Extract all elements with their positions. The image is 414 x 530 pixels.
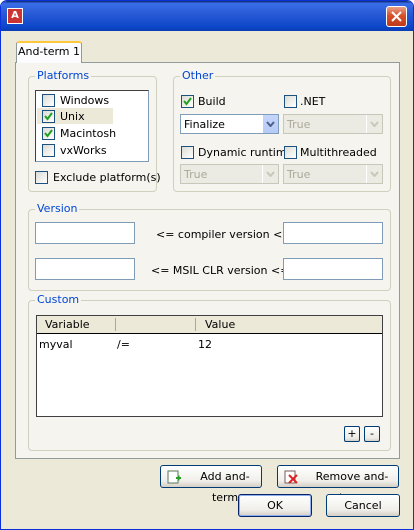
column-header-value[interactable]: Value [205, 318, 235, 331]
remove-document-icon [284, 470, 298, 484]
dynamic-runtime-combo: True [180, 164, 279, 184]
checkmark-icon [44, 112, 53, 121]
column-divider[interactable] [115, 318, 116, 331]
platform-windows-label: Windows [60, 94, 110, 107]
chevron-down-icon [370, 171, 379, 177]
ok-button[interactable]: OK [238, 494, 312, 517]
compiler-version-min-input[interactable] [35, 222, 135, 244]
platforms-legend: Platforms [35, 69, 92, 82]
add-and-term-button[interactable]: Add and-term [160, 465, 262, 504]
dynamic-runtime-label: Dynamic runtime [198, 146, 294, 159]
platform-vxworks-label: vxWorks [60, 144, 107, 157]
custom-variables-table[interactable]: Variable Value myval /= 12 [36, 315, 383, 417]
dialog-window: A And-term 1 Platforms Windows Unix Maci… [0, 0, 414, 530]
build-mode-combo[interactable]: Finalize [180, 114, 279, 134]
row-value: 12 [198, 338, 212, 351]
dotnet-value: True [287, 118, 311, 131]
platform-macintosh-label: Macintosh [60, 127, 117, 140]
dotnet-combo: True [283, 114, 383, 134]
dropdown-arrow[interactable] [262, 115, 278, 133]
dropdown-arrow [366, 165, 382, 183]
custom-legend: Custom [35, 293, 82, 306]
platform-unix-checkbox[interactable] [42, 110, 55, 123]
compiler-version-label: <= compiler version <= [156, 228, 292, 241]
app-icon: A [7, 8, 23, 24]
compiler-version-max-input[interactable] [283, 222, 383, 244]
table-header: Variable Value [37, 316, 382, 334]
clr-version-min-input[interactable] [35, 258, 135, 280]
chevron-down-icon [266, 171, 275, 177]
build-checkbox[interactable] [181, 95, 194, 108]
exclude-platforms-label: Exclude platform(s) [53, 171, 161, 184]
title-bar: A [1, 1, 413, 31]
multithreaded-checkbox[interactable] [284, 146, 297, 159]
close-button[interactable] [386, 6, 407, 27]
clr-version-label: <= MSIL CLR version <= [151, 264, 290, 277]
platform-vxworks-checkbox[interactable] [42, 144, 55, 157]
chevron-down-icon [370, 121, 379, 127]
dotnet-checkbox[interactable] [284, 95, 297, 108]
add-variable-button[interactable]: + [344, 426, 360, 442]
checkmark-icon [44, 129, 53, 138]
chevron-down-icon [266, 121, 275, 127]
platform-unix-label: Unix [60, 110, 85, 123]
row-variable: myval [39, 338, 73, 351]
close-icon [391, 11, 402, 22]
table-row[interactable]: myval /= 12 [37, 336, 382, 352]
remove-and-term-button[interactable]: Remove and-term [277, 465, 399, 504]
tab-and-term-1[interactable]: And-term 1 [16, 41, 82, 63]
row-operator: /= [117, 338, 130, 351]
cancel-button[interactable]: Cancel [326, 494, 400, 517]
build-label: Build [198, 95, 226, 108]
add-document-icon [167, 470, 181, 484]
dropdown-arrow [366, 115, 382, 133]
platform-macintosh-checkbox[interactable] [42, 127, 55, 140]
column-divider[interactable] [195, 318, 196, 331]
multithreaded-value: True [287, 168, 311, 181]
multithreaded-label: Multithreaded [300, 146, 377, 159]
platform-windows-checkbox[interactable] [42, 94, 55, 107]
version-legend: Version [35, 202, 80, 215]
remove-variable-button[interactable]: - [364, 426, 380, 442]
clr-version-max-input[interactable] [283, 258, 383, 280]
dynamic-runtime-value: True [184, 168, 208, 181]
dynamic-runtime-checkbox[interactable] [181, 146, 194, 159]
column-header-variable[interactable]: Variable [45, 318, 90, 331]
checkmark-icon [183, 97, 192, 106]
dotnet-label: .NET [300, 95, 326, 108]
dropdown-arrow [262, 165, 278, 183]
multithreaded-combo: True [283, 164, 383, 184]
build-mode-value: Finalize [184, 118, 225, 131]
other-legend: Other [180, 69, 216, 82]
exclude-platforms-checkbox[interactable] [35, 171, 48, 184]
